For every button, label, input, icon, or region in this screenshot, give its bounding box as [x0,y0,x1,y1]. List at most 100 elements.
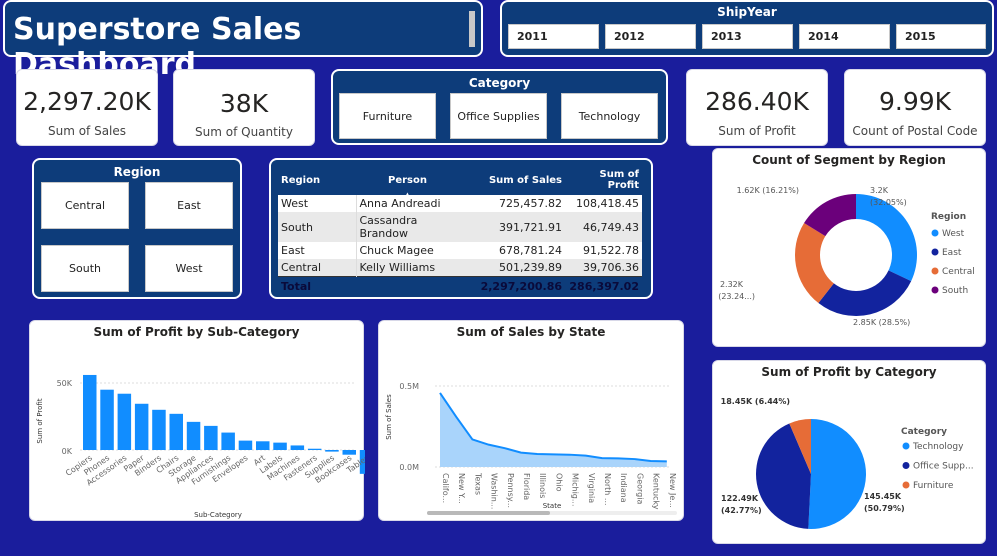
region-option-central[interactable]: Central [41,182,129,229]
legend-marker-east [931,248,939,256]
table-row[interactable]: West Anna Andreadi 725,457.82 108,418.45 [278,195,642,212]
legend-marker-south [931,286,939,294]
slice-east[interactable] [818,270,912,316]
table-row[interactable]: South Cassandra Brandow 391,721.91 46,74… [278,212,642,242]
region-slicer: Region Central East South West [32,158,242,299]
bar-furnishings[interactable] [221,432,235,450]
cell-person: Cassandra Brandow [359,214,418,240]
region-option-west[interactable]: West [145,245,233,292]
bar-art[interactable] [256,441,270,450]
legend-label-furniture[interactable]: Furniture [913,481,954,491]
cell-sales: 501,239.89 [499,261,562,274]
bar-phones[interactable] [100,389,114,450]
kpi-sales-value: 2,297.20K [23,87,151,116]
cell-sales: 391,721.91 [499,220,562,234]
area-tick-label-georgia: Georgia [635,473,644,504]
area-tick-label-indiana: Indiana [619,473,628,503]
legend-label-central[interactable]: Central [942,267,975,277]
donut-legend-title: Region [931,212,966,222]
kpi-quantity-value: 38K [219,89,269,118]
legend-label-east[interactable]: East [942,248,962,258]
pie-label-technology-pct: (50.79%) [864,504,905,513]
bar-copiers[interactable] [83,374,97,450]
bar-bookcases[interactable] [342,450,357,455]
segment-donut-card: Count of Segment by Region 3.2K (32.05%)… [712,148,986,347]
col-header-sales[interactable]: Sum of Sales [459,165,565,195]
area-chart-title: Sum of Sales by State [456,325,606,339]
total-profit: 286,397.02 [569,280,639,293]
table-row[interactable]: Central Kelly Williams 501,239.89 39,706… [278,259,642,277]
slice-technology[interactable] [808,419,866,529]
sort-ascending-icon[interactable]: ▲ [356,191,459,199]
shipyear-option-2013[interactable]: 2013 [702,24,793,49]
table-header-row: Region Person ▲ Sum of Sales Sum of Prof… [278,165,642,200]
donut-label-west-value: 3.2K [870,186,889,195]
area-tick-label-texas: Texas [473,472,482,495]
area-chart-svg: Sum of Sales 0.5M 0.0M Califo... New Y...… [385,382,677,515]
area-tick-label-michig: Michig... [571,473,580,507]
donut-slices [795,194,917,316]
area-tick-label-ohio: Ohio [554,473,563,492]
legend-label-south[interactable]: South [942,286,968,296]
area-tick-label-florida: Florida [522,473,531,500]
shipyear-option-2014[interactable]: 2014 [799,24,890,49]
donut-label-west-pct: (32.05%) [870,198,907,207]
shipyear-option-2015[interactable]: 2015 [896,24,986,49]
bar-y-axis-title: Sum of Profit [36,398,44,443]
region-option-south[interactable]: South [41,245,129,292]
bar-marks: CopiersPhonesAccessoriesPaperBindersChai… [64,374,365,488]
kpi-postal-label: Count of Postal Code [852,124,978,138]
kpi-profit-value: 286.40K [705,87,809,116]
bar-chart-svg: Sum of Profit 50K 0K CopiersPhonesAccess… [36,374,365,519]
legend-marker-office-supp [902,462,910,469]
slice-west[interactable] [856,194,917,282]
category-pie-card: Sum of Profit by Category 18.45K (6.44%)… [712,360,986,544]
total-person [356,277,459,297]
legend-marker-central [931,267,939,275]
header-banner: Superstore Sales Dashboard [3,0,483,82]
kpi-card-postal: 9.99K Count of Postal Code [844,69,986,146]
area-fill [440,392,667,467]
donut-label-south: 1.62K (16.21%) [737,186,799,195]
legend-label-technology[interactable]: Technology [912,442,964,452]
bar-chairs[interactable] [169,413,184,450]
horizontal-scrollbar-thumb[interactable] [427,511,550,515]
bar-paper[interactable] [134,403,149,450]
bar-supplies[interactable] [325,450,339,452]
total-sales: 2,297,200.86 [480,280,562,293]
shipyear-option-2012[interactable]: 2012 [605,24,696,49]
donut-label-east: 2.85K (28.5%) [853,318,910,327]
category-option-furniture[interactable]: Furniture [339,93,436,139]
area-marks: Califo... New Y... Texas Washin... Pennsy...… [439,392,677,510]
kpi-profit-label: Sum of Profit [718,124,796,138]
col-header-person[interactable]: Person ▲ [356,165,459,200]
bar-binders[interactable] [152,409,166,450]
bar-storage[interactable] [186,421,201,450]
col-header-profit[interactable]: Sum of Profit [565,165,642,195]
bar-envelopes[interactable] [238,440,253,450]
bar-appliances[interactable] [204,425,218,450]
area-tick-label-washin: Washin... [490,473,499,509]
bar-labels[interactable] [273,442,287,450]
bar-fasteners[interactable] [307,448,322,450]
cell-sales: 725,457.82 [499,197,562,210]
bar-machines[interactable] [290,445,305,450]
region-option-east[interactable]: East [145,182,233,229]
pie-label-office-value: 122.49K [721,494,759,503]
shipyear-title: ShipYear [717,5,777,19]
shipyear-option-2011[interactable]: 2011 [508,24,599,49]
legend-label-west[interactable]: West [942,229,965,239]
donut-label-central-pct: (23.24...) [718,292,755,301]
bar-accessories[interactable] [117,393,132,450]
area-y-tick-00m: 0.0M [399,463,419,472]
category-option-technology[interactable]: Technology [561,93,658,139]
person-sales-table: Region Person ▲ Sum of Sales Sum of Prof… [269,158,653,299]
legend-label-office-supp[interactable]: Office Supp... [913,462,974,472]
category-option-office-supplies[interactable]: Office Supplies [450,93,547,139]
bar-chart-title: Sum of Profit by Sub-Category [93,325,300,339]
table-row[interactable]: East Chuck Magee 678,781.24 91,522.78 [278,242,642,259]
region-slicer-title: Region [113,165,161,179]
col-header-region[interactable]: Region [278,165,356,195]
area-tick-label-pennsy: Pennsy... [506,473,515,508]
bar-x-axis-title: Sub-Category [194,511,242,519]
